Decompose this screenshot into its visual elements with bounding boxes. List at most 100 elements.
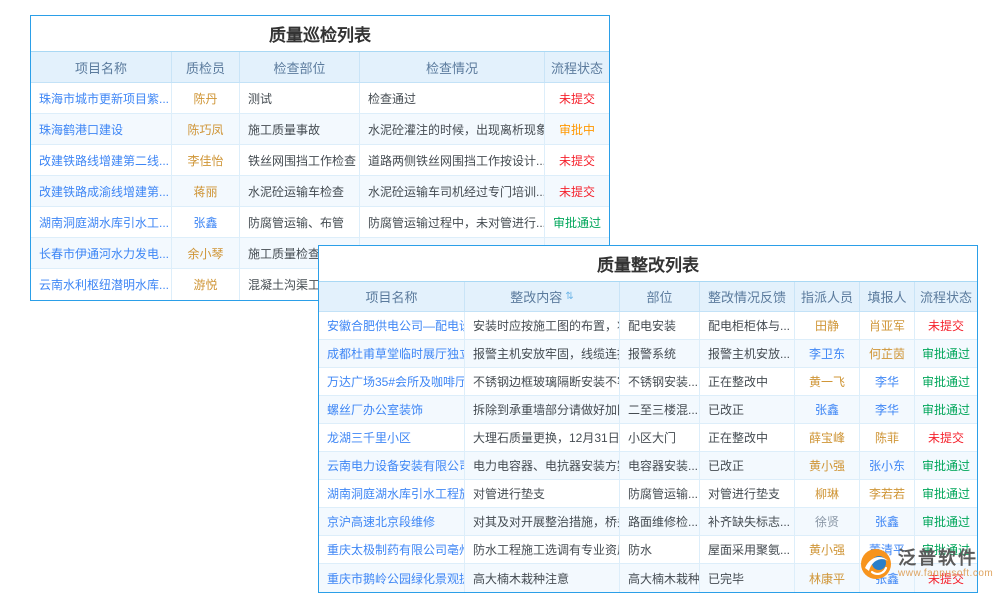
cell-status: 审批中 xyxy=(545,114,609,144)
cell-inspector[interactable]: 陈巧凤 xyxy=(172,114,240,144)
cell-part: 二至三楼混... xyxy=(620,396,700,423)
cell-assignee[interactable]: 李卫东 xyxy=(795,340,860,367)
cell-project[interactable]: 龙湖三千里小区 xyxy=(319,424,465,451)
cell-assignee[interactable]: 黄一飞 xyxy=(795,368,860,395)
cell-status: 未提交 xyxy=(545,145,609,175)
rectify-table-title: 质量整改列表 xyxy=(319,246,977,282)
column-header-label: 检查情况 xyxy=(426,58,478,77)
cell-feedback: 屋面采用聚氨... xyxy=(700,536,795,563)
cell-project[interactable]: 改建铁路线增建第二线... xyxy=(31,145,172,175)
cell-reporter[interactable]: 陈菲 xyxy=(860,424,915,451)
cell-reporter[interactable]: 李华 xyxy=(860,396,915,423)
patrol-table-header-row: 项目名称质检员检查部位检查情况流程状态 xyxy=(31,52,609,83)
fanpu-logo: 泛普软件 www.fanpusoft.com xyxy=(860,548,993,580)
cell-project[interactable]: 万达广场35#会所及咖啡厅空... xyxy=(319,368,465,395)
rectify-table-header-row: 项目名称整改内容⇅部位整改情况反馈指派人员填报人流程状态 xyxy=(319,282,977,312)
cell-inspector[interactable]: 李佳怡 xyxy=(172,145,240,175)
cell-project[interactable]: 湖南洞庭湖水库引水工... xyxy=(31,207,172,237)
cell-project[interactable]: 重庆市鹅岭公园绿化景观提升... xyxy=(319,564,465,592)
cell-assignee[interactable]: 柳琳 xyxy=(795,480,860,507)
column-header-situation: 检查情况 xyxy=(360,52,545,82)
cell-project[interactable]: 珠海鹤港口建设 xyxy=(31,114,172,144)
cell-assignee[interactable]: 黄小强 xyxy=(795,536,860,563)
cell-inspector[interactable]: 蒋丽 xyxy=(172,176,240,206)
cell-inspector[interactable]: 张鑫 xyxy=(172,207,240,237)
cell-situation: 水泥砼灌注的时候，出现离析现象 xyxy=(360,114,545,144)
column-header-label: 项目名称 xyxy=(75,58,127,77)
cell-project[interactable]: 珠海市城市更新项目紫... xyxy=(31,83,172,113)
table-row: 螺丝厂办公室装饰拆除到承重墙部分请做好加固...二至三楼混...已改正张鑫李华审… xyxy=(319,396,977,424)
cell-project[interactable]: 成都杜甫草堂临时展厅独立展... xyxy=(319,340,465,367)
cell-situation: 道路两侧铁丝网围挡工作按设计... xyxy=(360,145,545,175)
table-row: 安徽合肥供电公司—配电设备...安装时应按施工图的布置，将...配电安装配电柜柜… xyxy=(319,312,977,340)
cell-project[interactable]: 京沪高速北京段维修 xyxy=(319,508,465,535)
column-header-status: 流程状态 xyxy=(915,282,977,311)
cell-reporter[interactable]: 张鑫 xyxy=(860,508,915,535)
rectify-list-table: 质量整改列表 项目名称整改内容⇅部位整改情况反馈指派人员填报人流程状态 安徽合肥… xyxy=(318,245,978,593)
column-header-label: 填报人 xyxy=(867,287,906,306)
table-row: 云南电力设备安装有限公司20...电力电容器、电抗器安装方案,...电容器安装.… xyxy=(319,452,977,480)
column-header-label: 流程状态 xyxy=(920,287,972,306)
column-header-project: 项目名称 xyxy=(319,282,465,311)
cell-reporter[interactable]: 张小东 xyxy=(860,452,915,479)
logo-brand-name: 泛普软件 xyxy=(898,549,993,569)
cell-part: 配电安装 xyxy=(620,312,700,339)
cell-status: 审批通过 xyxy=(915,480,977,507)
cell-assignee[interactable]: 徐贤 xyxy=(795,508,860,535)
cell-status: 审批通过 xyxy=(915,508,977,535)
column-header-assignee: 指派人员 xyxy=(795,282,860,311)
column-header-content: 整改内容⇅ xyxy=(465,282,620,311)
cell-status: 未提交 xyxy=(545,176,609,206)
column-header-status: 流程状态 xyxy=(545,52,609,82)
cell-status: 审批通过 xyxy=(915,368,977,395)
cell-status: 未提交 xyxy=(915,312,977,339)
column-header-label: 流程状态 xyxy=(551,58,603,77)
cell-part: 水泥砼运输车检查 xyxy=(240,176,360,206)
cell-situation: 防腐管运输过程中，未对管进行... xyxy=(360,207,545,237)
cell-reporter[interactable]: 何芷茵 xyxy=(860,340,915,367)
cell-content: 电力电容器、电抗器安装方案,... xyxy=(465,452,620,479)
cell-inspector[interactable]: 游悦 xyxy=(172,269,240,300)
cell-project[interactable]: 改建铁路成渝线增建第... xyxy=(31,176,172,206)
cell-status: 未提交 xyxy=(545,83,609,113)
cell-project[interactable]: 云南水利枢纽潜明水库... xyxy=(31,269,172,300)
column-header-label: 指派人员 xyxy=(801,287,853,306)
cell-part: 不锈钢安装... xyxy=(620,368,700,395)
cell-content: 报警主机安放牢固，线缆连接... xyxy=(465,340,620,367)
logo-text: 泛普软件 www.fanpusoft.com xyxy=(898,549,993,580)
cell-project[interactable]: 螺丝厂办公室装饰 xyxy=(319,396,465,423)
sort-icon[interactable]: ⇅ xyxy=(565,292,573,302)
cell-status: 审批通过 xyxy=(545,207,609,237)
cell-content: 高大楠木栽种注意 xyxy=(465,564,620,592)
cell-reporter[interactable]: 肖亚军 xyxy=(860,312,915,339)
cell-situation: 检查通过 xyxy=(360,83,545,113)
cell-assignee[interactable]: 田静 xyxy=(795,312,860,339)
cell-feedback: 配电柜柜体与... xyxy=(700,312,795,339)
column-header-part: 检查部位 xyxy=(240,52,360,82)
table-row: 改建铁路成渝线增建第...蒋丽水泥砼运输车检查水泥砼运输车司机经过专门培训...… xyxy=(31,176,609,207)
cell-reporter[interactable]: 李若若 xyxy=(860,480,915,507)
table-row: 万达广场35#会所及咖啡厅空...不锈钢边框玻璃隔断安装不牢...不锈钢安装..… xyxy=(319,368,977,396)
cell-inspector[interactable]: 余小琴 xyxy=(172,238,240,268)
cell-part: 报警系统 xyxy=(620,340,700,367)
cell-part: 防腐管运输... xyxy=(620,480,700,507)
cell-feedback: 补齐缺失标志... xyxy=(700,508,795,535)
column-header-label: 整改内容 xyxy=(510,287,562,306)
cell-assignee[interactable]: 薛宝峰 xyxy=(795,424,860,451)
cell-project[interactable]: 云南电力设备安装有限公司20... xyxy=(319,452,465,479)
cell-reporter[interactable]: 李华 xyxy=(860,368,915,395)
cell-inspector[interactable]: 陈丹 xyxy=(172,83,240,113)
cell-project[interactable]: 长春市伊通河水力发电... xyxy=(31,238,172,268)
table-row: 京沪高速北京段维修对其及对开展整治措施，桥头...路面维修检...补齐缺失标志.… xyxy=(319,508,977,536)
cell-assignee[interactable]: 张鑫 xyxy=(795,396,860,423)
cell-project[interactable]: 湖南洞庭湖水库引水工程施工I标 xyxy=(319,480,465,507)
cell-project[interactable]: 重庆太极制药有限公司亳州中... xyxy=(319,536,465,563)
cell-part: 铁丝网围挡工作检查 xyxy=(240,145,360,175)
cell-project[interactable]: 安徽合肥供电公司—配电设备... xyxy=(319,312,465,339)
cell-content: 防水工程施工选调有专业资质... xyxy=(465,536,620,563)
cell-assignee[interactable]: 林康平 xyxy=(795,564,860,592)
cell-content: 不锈钢边框玻璃隔断安装不牢... xyxy=(465,368,620,395)
cell-status: 审批通过 xyxy=(915,340,977,367)
column-header-part: 部位 xyxy=(620,282,700,311)
cell-assignee[interactable]: 黄小强 xyxy=(795,452,860,479)
